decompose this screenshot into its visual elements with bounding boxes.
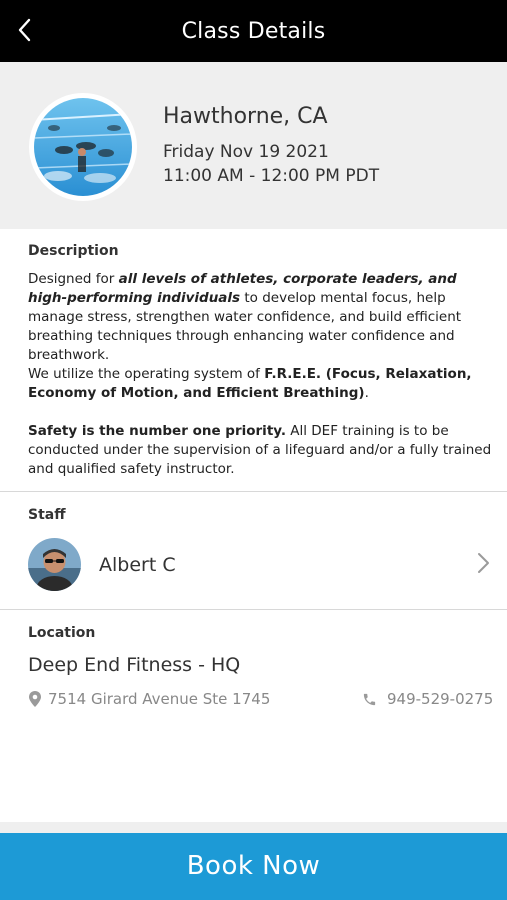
- description-paragraph-1: Designed for all levels of athletes, cor…: [28, 271, 462, 363]
- chevron-right-icon: [478, 553, 489, 573]
- class-date: Friday Nov 19 2021: [163, 142, 329, 162]
- divider: [0, 609, 507, 610]
- location-address: 7514 Girard Avenue Ste 1745: [48, 690, 271, 708]
- divider: [0, 491, 507, 492]
- class-location-city: Hawthorne, CA: [163, 104, 328, 129]
- phone-link[interactable]: 949-529-0275: [362, 688, 493, 710]
- phone-icon: [363, 693, 376, 705]
- location-name: Deep End Fitness - HQ: [28, 654, 241, 676]
- pool-swimmers-photo: [34, 98, 132, 196]
- staff-name: Albert C: [99, 554, 176, 576]
- class-image: [29, 93, 137, 201]
- location-label: Location: [28, 625, 96, 641]
- class-time: 11:00 AM - 12:00 PM PDT: [163, 166, 380, 186]
- staff-label: Staff: [28, 507, 66, 523]
- avatar: [28, 538, 81, 591]
- staff-row[interactable]: Albert C: [0, 530, 507, 602]
- top-bar: Class Details: [0, 0, 507, 62]
- address-link[interactable]: 7514 Girard Avenue Ste 1745: [28, 688, 270, 710]
- bottom-separator: [0, 822, 507, 833]
- description-paragraph-3: Safety is the number one priority. All D…: [28, 423, 492, 477]
- location-phone: 949-529-0275: [387, 690, 494, 708]
- map-pin-icon: [29, 691, 41, 707]
- book-now-button[interactable]: Book Now: [0, 833, 507, 900]
- page-title: Class Details: [181, 19, 326, 44]
- description-paragraph-2: We utilize the operating system of F.R.E…: [28, 366, 472, 401]
- description-label: Description: [28, 243, 119, 259]
